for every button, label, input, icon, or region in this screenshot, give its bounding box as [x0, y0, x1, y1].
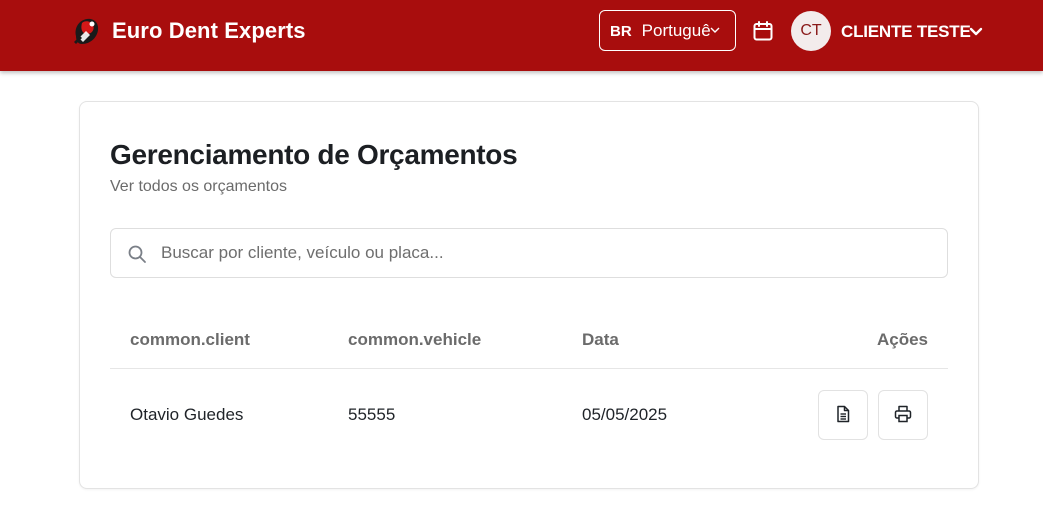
- page-title: Gerenciamento de Orçamentos: [110, 139, 518, 170]
- user-name[interactable]: CLIENTE TESTE: [841, 22, 971, 42]
- language-label: Português: [641, 20, 710, 40]
- page-subtitle: Ver todos os orçamentos: [110, 178, 287, 195]
- quotes-table: common.client common.vehicle Data Ações …: [110, 314, 948, 461]
- brand[interactable]: Euro Dent Experts: [70, 14, 306, 48]
- cell-date: 05/05/2025: [582, 405, 668, 424]
- table-header: common.client common.vehicle Data Ações: [110, 314, 948, 369]
- top-navbar: Euro Dent Experts BR Português CT CLIENT…: [0, 0, 1043, 71]
- brand-name: Euro Dent Experts: [112, 18, 306, 43]
- search-box: [110, 228, 948, 278]
- column-header-actions: Ações: [876, 330, 928, 349]
- column-header-date[interactable]: Data: [582, 330, 619, 350]
- cell-client: Otavio Guedes: [130, 405, 244, 424]
- language-select[interactable]: BR Português: [599, 10, 736, 51]
- search-input[interactable]: [161, 229, 931, 277]
- avatar[interactable]: CT: [791, 11, 831, 51]
- chevron-down-icon: [709, 23, 721, 35]
- printer-icon: [894, 405, 912, 426]
- logo-icon: [70, 14, 102, 48]
- search-icon: [127, 244, 147, 264]
- document-icon: [834, 405, 852, 426]
- chevron-down-icon[interactable]: [969, 25, 983, 37]
- cell-vehicle: 55555: [348, 405, 396, 424]
- column-header-vehicle[interactable]: common.vehicle: [348, 330, 481, 350]
- table-row: Otavio Guedes 55555 05/05/2025: [110, 369, 948, 461]
- calendar-icon[interactable]: [751, 19, 775, 43]
- column-header-client[interactable]: common.client: [130, 330, 250, 350]
- view-document-button[interactable]: [818, 390, 868, 440]
- language-flag: BR: [610, 23, 632, 40]
- quotes-card: Gerenciamento de Orçamentos Ver todos os…: [79, 101, 979, 489]
- print-button[interactable]: [878, 390, 928, 440]
